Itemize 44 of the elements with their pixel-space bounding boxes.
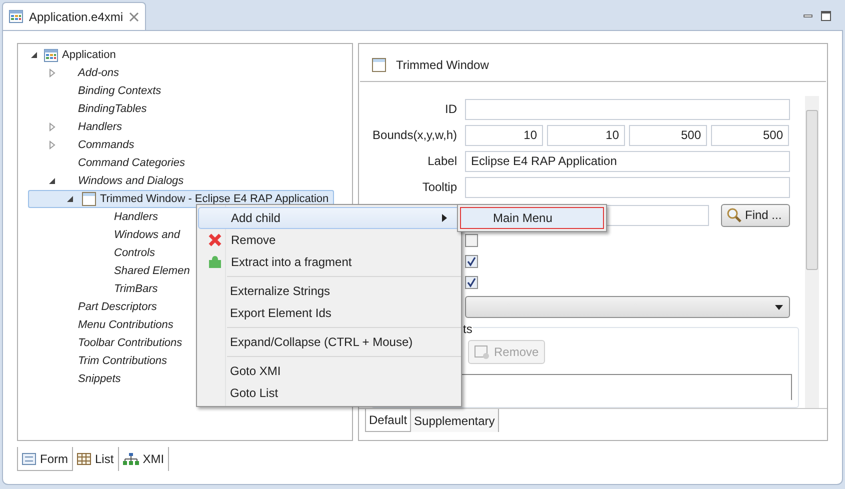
tree-item[interactable]: Application (40, 46, 120, 64)
number-field[interactable]: 10 (465, 124, 543, 146)
field-label: Label (428, 154, 457, 168)
menu-item[interactable]: Add child (198, 207, 460, 229)
tree-item[interactable]: Trimmed Window - Eclipse E4 RAP Application (28, 190, 334, 208)
tree-item[interactable]: Command Categories (58, 154, 189, 172)
tree-item[interactable]: Handlers (58, 118, 126, 136)
tree-item[interactable]: Menu Contributions (58, 316, 178, 334)
view-tab[interactable]: XMI (118, 447, 170, 471)
tree-item[interactable]: BindingTables (58, 100, 151, 118)
number-field[interactable]: 500 (629, 124, 707, 146)
form-title: Trimmed Window (396, 56, 489, 74)
tree-item[interactable]: Trim Contributions (58, 352, 172, 370)
menu-item[interactable]: Goto XMI (197, 360, 460, 382)
field-label: Tooltip (422, 180, 457, 194)
tree-item[interactable]: TrimBars (94, 280, 162, 298)
page-tab[interactable]: Supplementary (411, 409, 499, 432)
menu-item[interactable]: Export Element Ids (197, 302, 460, 324)
number-field[interactable]: 10 (547, 124, 625, 146)
tree-item[interactable]: Windows and Dialogs (58, 172, 188, 190)
tree-item[interactable]: Binding Contexts (58, 82, 166, 100)
menu-item[interactable]: Expand/Collapse (CTRL + Mouse) (197, 331, 460, 353)
tree-item[interactable]: Part Descriptors (58, 298, 161, 316)
tree-item[interactable]: Toolbar Contributions (58, 334, 186, 352)
tree-item[interactable]: Handlers (94, 208, 162, 226)
field-label: Bounds(x,y,w,h) (372, 128, 457, 142)
tree-item[interactable]: Snippets (58, 370, 125, 388)
menu-item[interactable]: Externalize Strings (197, 280, 460, 302)
page-tab[interactable]: Default (365, 409, 412, 432)
view-tab[interactable]: Form (17, 447, 73, 471)
menu-item[interactable]: Remove (198, 229, 460, 251)
tree-item[interactable]: Add-ons (58, 64, 123, 82)
menu-item[interactable]: Extract into a fragment (198, 251, 460, 273)
tree-item[interactable]: Controls (94, 244, 159, 262)
find-button[interactable]: Find ... (721, 204, 790, 226)
tree-item[interactable]: Commands (58, 136, 138, 154)
field-label: ID (445, 102, 457, 116)
editor-tab[interactable]: Application.e4xmi (2, 2, 146, 30)
menu-item[interactable]: Main Menu (460, 207, 604, 229)
number-field[interactable]: 500 (711, 124, 789, 146)
tree-item[interactable]: Shared Elemen (94, 262, 194, 280)
menu-item[interactable]: Goto List (197, 382, 460, 404)
tree-item[interactable]: Windows and (94, 226, 184, 244)
text-field[interactable]: Eclipse E4 RAP Application (465, 150, 790, 172)
